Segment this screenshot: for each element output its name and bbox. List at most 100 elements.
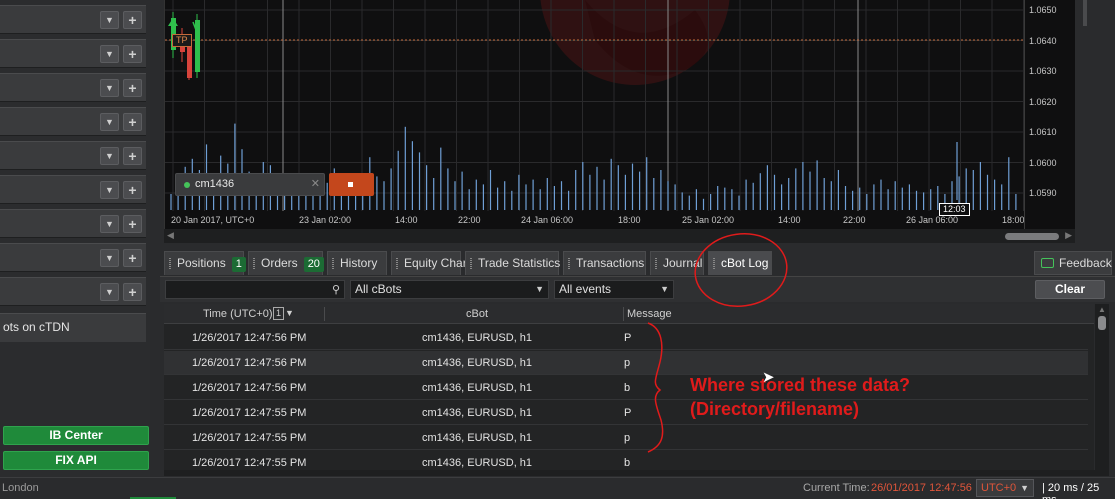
add-icon[interactable]: + bbox=[123, 215, 142, 233]
chevron-down-icon[interactable]: ▼ bbox=[100, 249, 119, 267]
message-column-header[interactable]: Message bbox=[627, 308, 672, 320]
symbol-list-row[interactable]: ▼ + bbox=[0, 277, 146, 306]
tab-cbot-log[interactable]: cBot Log bbox=[708, 251, 772, 275]
sort-index-badge: 1 bbox=[273, 307, 285, 320]
table-row[interactable]: 1/26/2017 12:47:55 PM cm1436, EURUSD, h1 p bbox=[164, 426, 1088, 450]
close-icon[interactable]: ✕ bbox=[311, 177, 320, 190]
drag-grip-icon[interactable] bbox=[655, 258, 657, 269]
chevron-down-icon[interactable]: ▼ bbox=[100, 215, 119, 233]
cbot-instance-name: cm1436 bbox=[195, 178, 235, 190]
column-divider[interactable] bbox=[324, 307, 325, 321]
cbot-filter-select[interactable]: All cBots ▼ bbox=[350, 280, 549, 299]
add-icon[interactable]: + bbox=[123, 79, 142, 97]
log-search-input[interactable]: ⚲ bbox=[165, 280, 345, 299]
add-icon[interactable]: + bbox=[123, 45, 142, 63]
feedback-button[interactable]: Feedback bbox=[1034, 251, 1112, 275]
current-time-label: Current Time: bbox=[803, 482, 870, 494]
scroll-right-icon[interactable]: ▶ bbox=[1065, 230, 1072, 241]
symbol-list-row[interactable]: ▼ + bbox=[0, 209, 146, 238]
drag-grip-icon[interactable] bbox=[332, 258, 334, 269]
log-message-cell: b bbox=[624, 382, 631, 394]
table-row[interactable]: 1/26/2017 12:47:56 PM cm1436, EURUSD, h1 P bbox=[164, 326, 1088, 350]
chevron-down-icon[interactable]: ▼ bbox=[100, 283, 119, 301]
take-profit-tag[interactable]: TP bbox=[172, 34, 192, 47]
chat-bubble-icon bbox=[1041, 258, 1054, 268]
bottom-tabs: Positions 1 Orders 20 History Equity Chart Tra… bbox=[160, 249, 1115, 276]
chevron-down-icon[interactable]: ▼ bbox=[100, 79, 119, 97]
add-icon[interactable]: + bbox=[123, 181, 142, 199]
add-icon[interactable]: + bbox=[123, 113, 142, 131]
log-scroll-thumb[interactable] bbox=[1098, 316, 1106, 330]
drag-grip-icon[interactable] bbox=[253, 258, 255, 269]
tab-orders[interactable]: Orders 20 bbox=[248, 251, 324, 275]
table-row[interactable]: 1/26/2017 12:47:56 PM cm1436, EURUSD, h1 b bbox=[164, 376, 1088, 400]
cbot-log-table: Time (UTC+0) 1 ▼ cBot Message 1/26/2017 … bbox=[164, 304, 1094, 470]
symbol-list-row[interactable]: ▼ + bbox=[0, 243, 146, 272]
column-divider[interactable] bbox=[623, 307, 624, 321]
scroll-up-icon[interactable]: ▲ bbox=[1098, 305, 1106, 314]
chart-scrollbar[interactable]: ◀ ▶ bbox=[164, 229, 1075, 243]
drag-grip-icon[interactable] bbox=[568, 258, 570, 269]
table-row[interactable]: 1/26/2017 12:47:55 PM cm1436, EURUSD, h1 b bbox=[164, 451, 1088, 470]
chevron-down-icon[interactable]: ▼ bbox=[100, 113, 119, 131]
timezone-select[interactable]: UTC+0 ▼ bbox=[976, 479, 1034, 497]
tab-history[interactable]: History bbox=[327, 251, 387, 275]
tab-transactions[interactable]: Transactions bbox=[563, 251, 646, 275]
fix-api-button[interactable]: FIX API bbox=[3, 451, 149, 470]
stop-cbot-button[interactable] bbox=[329, 173, 374, 196]
symbol-list-row[interactable]: ▼ + bbox=[0, 107, 146, 136]
cbot-instance-chip[interactable]: cm1436 ✕ bbox=[175, 173, 325, 196]
add-icon[interactable]: + bbox=[123, 283, 142, 301]
table-row[interactable]: 1/26/2017 12:47:56 PM cm1436, EURUSD, h1 p bbox=[164, 351, 1088, 375]
status-bar: London Current Time: 26/01/2017 12:47:56… bbox=[0, 477, 1115, 499]
time-tick-label: 14:00 bbox=[395, 215, 418, 225]
timezone-value: UTC+0 bbox=[981, 482, 1017, 494]
price-axis[interactable]: 1.0650 1.0640 1.0630 1.0620 1.0610 1.0600 1.05… bbox=[1024, 0, 1075, 229]
chart-scroll-thumb[interactable] bbox=[1005, 233, 1059, 240]
cbot-column-header[interactable]: cBot bbox=[466, 308, 488, 320]
drag-grip-icon[interactable] bbox=[396, 258, 398, 269]
scroll-left-icon[interactable]: ◀ bbox=[167, 230, 174, 241]
tab-label: Positions bbox=[177, 256, 226, 270]
add-icon[interactable]: + bbox=[123, 249, 142, 267]
right-strip bbox=[1075, 0, 1115, 245]
price-tick-label: 1.0590 bbox=[1029, 188, 1057, 198]
chevron-down-icon: ▼ bbox=[660, 284, 669, 294]
symbol-list-row[interactable]: ▼ + bbox=[0, 175, 146, 204]
price-tick-label: 1.0650 bbox=[1029, 5, 1057, 15]
time-column-header[interactable]: Time (UTC+0) bbox=[203, 308, 273, 320]
drag-grip-icon[interactable] bbox=[713, 258, 715, 269]
search-icon[interactable]: ⚲ bbox=[332, 283, 340, 296]
log-cbot-cell: cm1436, EURUSD, h1 bbox=[422, 382, 533, 394]
tab-trade-statistics[interactable]: Trade Statistics bbox=[465, 251, 560, 275]
chevron-down-icon[interactable]: ▼ bbox=[100, 45, 119, 63]
symbol-list-row[interactable]: ▼ + bbox=[0, 141, 146, 170]
price-tick-label: 1.0620 bbox=[1029, 96, 1057, 107]
price-tick-label: 1.0610 bbox=[1029, 127, 1057, 137]
chevron-down-icon[interactable]: ▼ bbox=[100, 147, 119, 165]
clear-log-button[interactable]: Clear bbox=[1035, 280, 1105, 299]
log-message-cell: p bbox=[624, 357, 631, 369]
log-message-cell: p bbox=[624, 432, 631, 444]
cbots-on-ctdn-link[interactable]: ots on cTDN bbox=[0, 313, 146, 342]
add-icon[interactable]: + bbox=[123, 11, 142, 29]
log-time-cell: 1/26/2017 12:47:55 PM bbox=[192, 407, 307, 419]
ib-center-button[interactable]: IB Center bbox=[3, 426, 149, 445]
chevron-down-icon[interactable]: ▼ bbox=[100, 181, 119, 199]
drag-grip-icon[interactable] bbox=[470, 258, 472, 269]
log-scrollbar[interactable]: ▲ bbox=[1095, 304, 1109, 470]
tab-label: cBot Log bbox=[721, 256, 769, 270]
add-icon[interactable]: + bbox=[123, 147, 142, 165]
drag-grip-icon[interactable] bbox=[169, 258, 171, 269]
symbol-list-row[interactable]: ▼ + bbox=[0, 5, 146, 34]
symbol-list-row[interactable]: ▼ + bbox=[0, 39, 146, 68]
event-filter-select[interactable]: All events ▼ bbox=[554, 280, 674, 299]
tab-journal[interactable]: Journal bbox=[650, 251, 704, 275]
tab-label: Transactions bbox=[576, 256, 645, 270]
table-row[interactable]: 1/26/2017 12:47:55 PM cm1436, EURUSD, h1 P bbox=[164, 401, 1088, 425]
sort-desc-icon[interactable]: ▼ bbox=[285, 308, 294, 318]
tab-positions[interactable]: Positions 1 bbox=[164, 251, 246, 275]
chevron-down-icon[interactable]: ▼ bbox=[100, 11, 119, 29]
tab-equity-chart[interactable]: Equity Chart bbox=[391, 251, 470, 275]
symbol-list-row[interactable]: ▼ + bbox=[0, 73, 146, 102]
